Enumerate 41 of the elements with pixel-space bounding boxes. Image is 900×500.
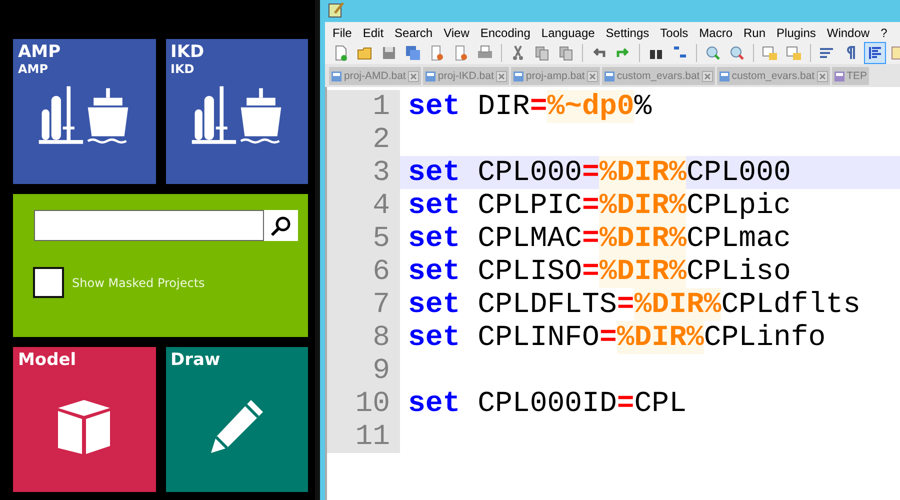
- menu-item[interactable]: File: [327, 26, 358, 40]
- menu-item[interactable]: Search: [389, 26, 438, 40]
- menu-item[interactable]: Language: [536, 26, 600, 40]
- tile-subtitle: AMP: [18, 62, 50, 76]
- menu-item[interactable]: Encoding: [474, 26, 536, 40]
- tile-title: IKD: [170, 42, 206, 62]
- menu-item[interactable]: Macro: [694, 26, 738, 40]
- line-number: 4: [327, 189, 400, 222]
- tile-title: Draw: [170, 350, 222, 370]
- code-line: set CPLINFO=%DIR%CPLinfo: [407, 321, 826, 354]
- code-line: set CPLDFLTS=%DIR%CPLdflts: [407, 288, 861, 321]
- line-number: 9: [327, 354, 400, 387]
- menu-item[interactable]: Tools: [654, 26, 694, 40]
- code-line: set CPL000ID=CPL: [407, 387, 686, 420]
- code-line: set CPLISO=%DIR%CPLiso: [407, 255, 791, 288]
- code-line: set DIR=%~dp0%: [407, 90, 652, 123]
- menu-item[interactable]: View: [438, 26, 475, 40]
- line-number: 10: [327, 387, 400, 420]
- checkbox-label: Show Masked Projects: [72, 276, 205, 290]
- menu-item[interactable]: ?: [875, 26, 893, 40]
- line-number: 2: [327, 123, 400, 156]
- tile-title: AMP: [18, 42, 62, 62]
- menu-item[interactable]: Edit: [357, 26, 390, 40]
- code-line: set CPLMAC=%DIR%CPLmac: [407, 222, 791, 255]
- line-number: 11: [327, 420, 400, 453]
- project-tile[interactable]: AMP AMP: [13, 39, 156, 184]
- menu-item[interactable]: Run: [738, 26, 772, 40]
- action-tile[interactable]: Draw: [166, 347, 308, 492]
- line-number: 6: [327, 255, 400, 288]
- tile-title: Model: [18, 350, 78, 370]
- menu-item[interactable]: Plugins: [771, 26, 822, 40]
- menu-item[interactable]: Settings: [600, 26, 655, 40]
- action-tile[interactable]: Model: [13, 347, 156, 492]
- code-line: set CPLPIC=%DIR%CPLpic: [407, 189, 791, 222]
- line-number: 1: [327, 90, 400, 123]
- line-number: 7: [327, 288, 400, 321]
- line-number: 8: [327, 321, 400, 354]
- tile-subtitle: IKD: [170, 62, 196, 76]
- line-number: 5: [327, 222, 400, 255]
- menu-item[interactable]: Window: [821, 26, 876, 40]
- project-tile[interactable]: IKD IKD: [166, 39, 308, 184]
